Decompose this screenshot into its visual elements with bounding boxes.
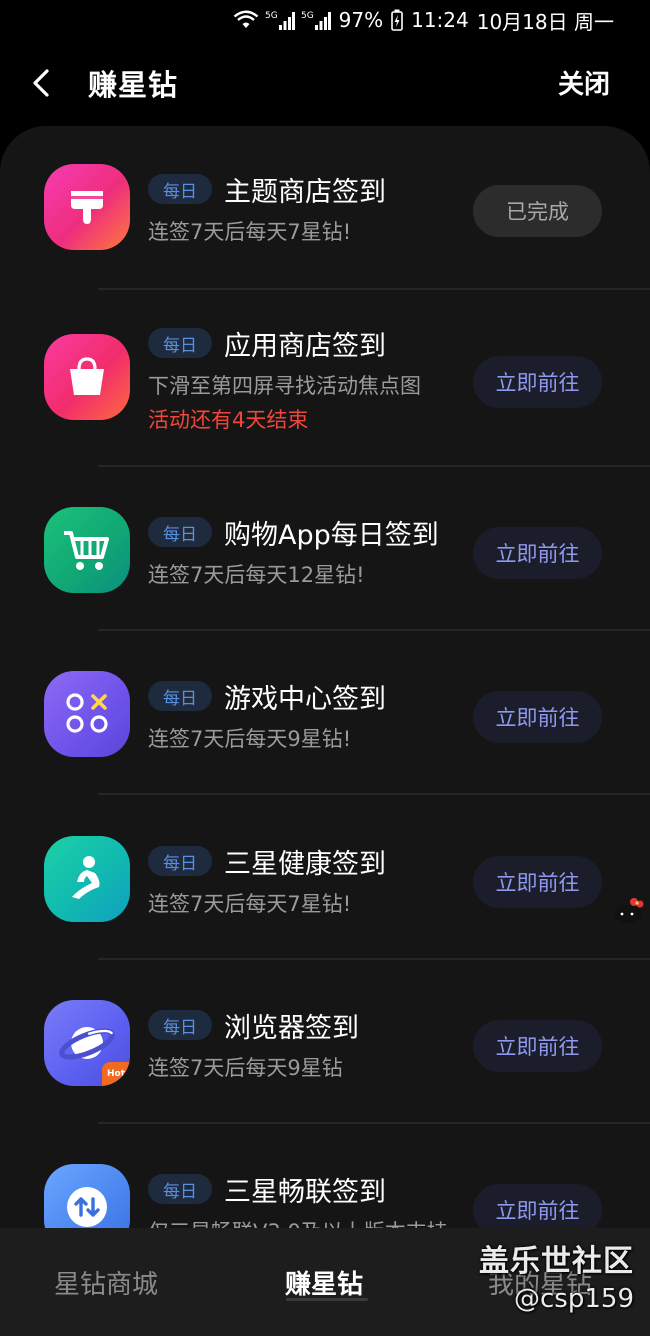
svg-text:5G: 5G	[265, 11, 278, 21]
task-description: 连签7天后每天9星钻	[148, 1056, 343, 1080]
planet-browser-icon[interactable]: Hot	[44, 1000, 130, 1086]
task-title: 应用商店签到	[224, 331, 386, 362]
shopping-bag-icon[interactable]	[44, 334, 130, 420]
task-title: 三星健康签到	[224, 849, 386, 880]
task-description: 连签7天后每天7星钻!	[148, 220, 352, 244]
go-now-button[interactable]: 立即前往	[473, 1184, 602, 1228]
task-title: 三星畅联签到	[224, 1177, 386, 1208]
game-controller-icon[interactable]	[44, 671, 130, 757]
watermark-community: 盖乐世社区	[479, 1244, 634, 1279]
task-item-theme-store: 每日 主题商店签到 连签7天后每天7星钻! 已完成	[0, 126, 650, 290]
tab-earn-star-diamonds[interactable]: 赚星钻	[285, 1264, 363, 1301]
hot-tag: Hot	[102, 1062, 130, 1086]
task-title: 主题商店签到	[224, 177, 386, 208]
watermark-user: @csp159	[514, 1284, 634, 1314]
completed-button[interactable]: 已完成	[473, 185, 602, 237]
back-button[interactable]	[26, 66, 56, 100]
sync-arrows-icon[interactable]	[44, 1164, 130, 1228]
divider	[98, 793, 650, 795]
shopping-cart-icon[interactable]	[44, 507, 130, 593]
task-description: 连签7天后每天12星钻!	[148, 563, 365, 587]
daily-badge: 每日	[148, 517, 212, 547]
paint-brush-icon[interactable]	[44, 164, 130, 250]
task-title: 浏览器签到	[224, 1013, 359, 1044]
task-description: 下滑至第四屏寻找活动焦点图	[148, 374, 421, 398]
daily-badge: 每日	[148, 1010, 212, 1040]
daily-badge: 每日	[148, 174, 212, 204]
task-title: 游戏中心签到	[224, 684, 386, 715]
active-tab-indicator	[286, 1298, 368, 1301]
task-item-samsung-health: 每日 三星健康签到 连签7天后每天7星钻! 立即前往	[0, 796, 650, 960]
activity-deadline-note: 活动还有4天结束	[148, 408, 309, 432]
battery-percent: 97%	[338, 8, 384, 32]
5g-signal-icon-2: 5G	[301, 11, 331, 30]
daily-badge: 每日	[148, 846, 212, 876]
task-item-game-center: 每日 游戏中心签到 连签7天后每天9星钻! 立即前往	[0, 631, 650, 795]
go-now-button[interactable]: 立即前往	[473, 527, 602, 579]
battery-charging-icon	[391, 9, 403, 31]
date: 10月18日 周一	[476, 9, 614, 34]
task-list: 每日 主题商店签到 连签7天后每天7星钻! 已完成 每日 应用商店签到 下滑至第…	[0, 126, 650, 1228]
task-description: 仅三星畅联V3.0及以上版本支持	[148, 1216, 448, 1228]
daily-badge: 每日	[148, 328, 212, 358]
go-now-button[interactable]: 立即前往	[473, 356, 602, 408]
task-description: 连签7天后每天9星钻!	[148, 727, 352, 751]
task-title: 购物App每日签到	[224, 520, 439, 551]
tab-star-diamond-mall[interactable]: 星钻商城	[54, 1264, 158, 1301]
task-item-samsung-flow: 每日 三星畅联签到 仅三星畅联V3.0及以上版本支持 立即前往	[0, 1124, 650, 1228]
bow-sticker-icon	[614, 898, 644, 923]
status-bar: 5G 5G 97% 11:24 10月18日 周一	[0, 0, 650, 40]
task-item-browser: Hot 每日 浏览器签到 连签7天后每天9星钻 立即前往	[0, 960, 650, 1124]
close-button[interactable]: 关闭	[558, 64, 610, 101]
running-figure-icon[interactable]	[44, 836, 130, 922]
wifi-icon	[233, 10, 258, 28]
status-icons: 5G 5G	[233, 9, 331, 31]
clock: 11:24	[411, 8, 469, 32]
svg-text:5G: 5G	[301, 11, 314, 21]
task-item-app-store: 每日 应用商店签到 下滑至第四屏寻找活动焦点图 活动还有4天结束 立即前往	[0, 290, 650, 467]
task-item-shopping-app: 每日 购物App每日签到 连签7天后每天12星钻! 立即前往	[0, 467, 650, 631]
daily-badge: 每日	[148, 1174, 212, 1204]
go-now-button[interactable]: 立即前往	[473, 856, 602, 908]
chevron-left-icon	[33, 69, 49, 97]
go-now-button[interactable]: 立即前往	[473, 1020, 602, 1072]
task-description: 连签7天后每天7星钻!	[148, 892, 352, 916]
app-header: 赚星钻 关闭	[0, 40, 650, 126]
daily-badge: 每日	[148, 681, 212, 711]
go-now-button[interactable]: 立即前往	[473, 691, 602, 743]
5g-signal-icon: 5G	[265, 11, 295, 30]
page-title: 赚星钻	[88, 68, 179, 102]
watermark: 盖乐世社区 @csp159	[479, 1236, 634, 1314]
